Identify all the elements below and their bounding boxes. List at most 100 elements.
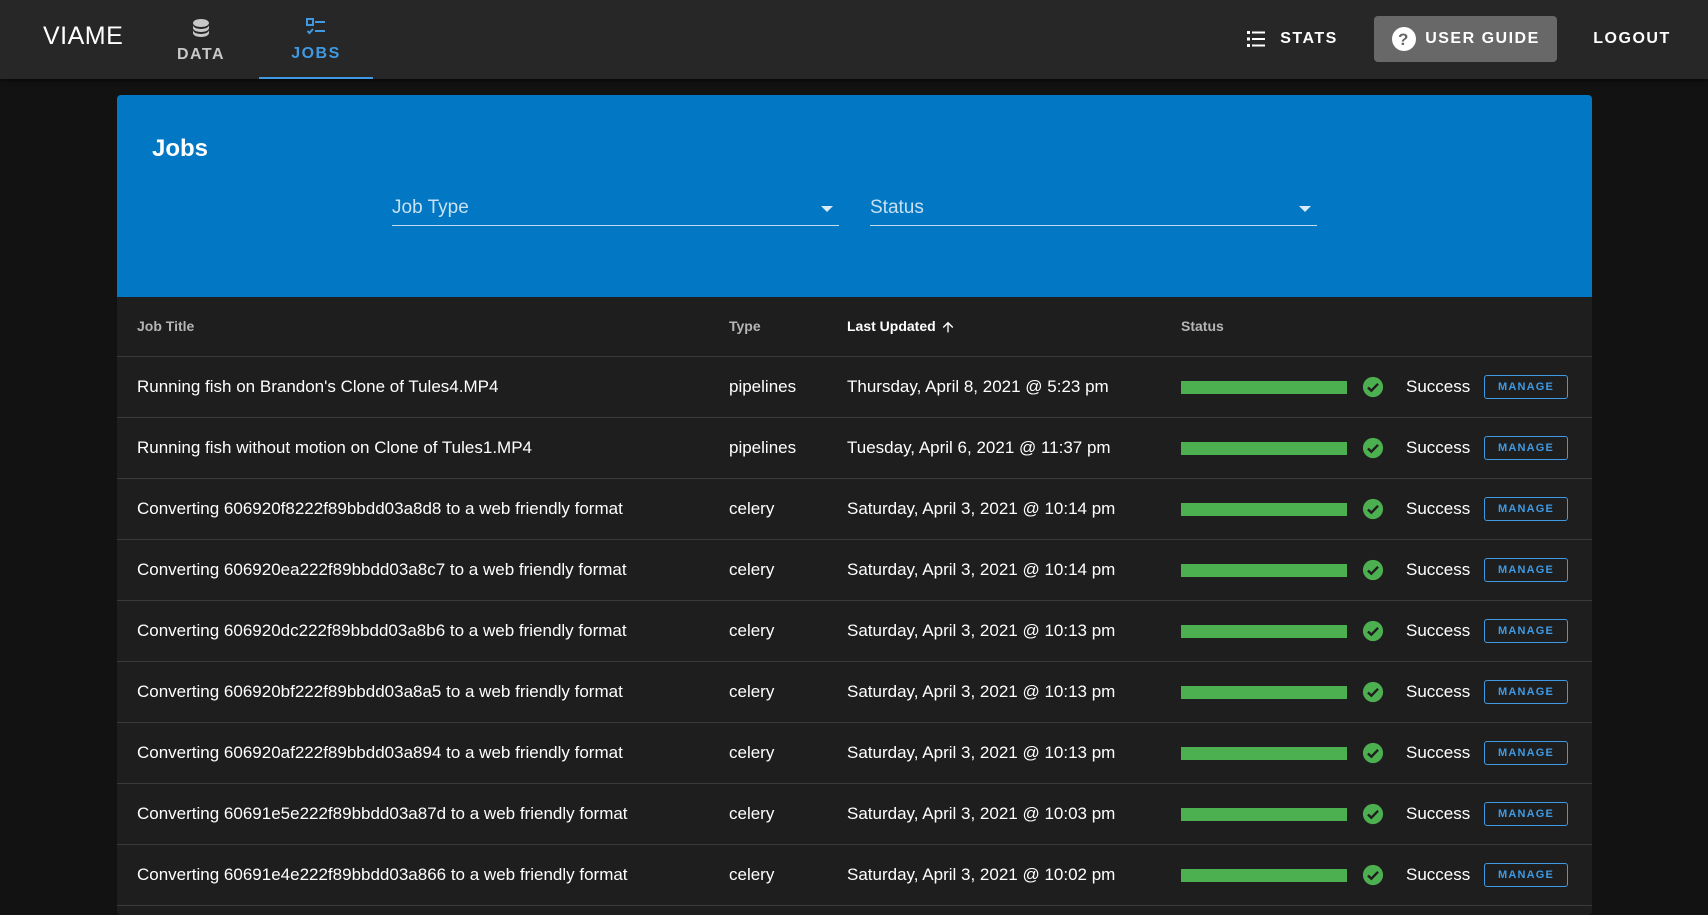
job-type-cell: pipelines (729, 377, 797, 396)
progress-bar (1181, 625, 1347, 638)
manage-button[interactable]: MANAGE (1484, 802, 1568, 826)
last-updated-cell: Saturday, April 3, 2021 @ 10:14 pm (847, 499, 1116, 518)
app-title: VIAME (43, 22, 124, 50)
status-text: Success (1406, 743, 1471, 762)
progress-bar (1181, 503, 1347, 516)
jobs-panel-header: Jobs Job Type Status (117, 95, 1592, 297)
status-text: Success (1406, 804, 1471, 823)
top-app-bar: VIAME DATA JOBS STATS ? USER GUIDE LOGOU… (0, 0, 1708, 79)
progress-bar (1181, 564, 1347, 577)
manage-button[interactable]: MANAGE (1484, 680, 1568, 704)
manage-button[interactable]: MANAGE (1484, 741, 1568, 765)
check-circle-icon (1362, 864, 1384, 886)
job-type-cell: celery (729, 865, 775, 884)
last-updated-cell: Saturday, April 3, 2021 @ 10:14 pm (847, 560, 1116, 579)
job-title-cell: Converting 606920af222f89bbdd03a894 to a… (137, 743, 623, 762)
check-circle-icon (1362, 498, 1384, 520)
status-select-label: Status (870, 197, 924, 218)
manage-button[interactable]: MANAGE (1484, 863, 1568, 887)
job-type-cell: celery (729, 743, 775, 762)
last-updated-cell: Saturday, April 3, 2021 @ 10:13 pm (847, 621, 1116, 640)
table-row[interactable]: Running fish on Brandon's Clone of Tules… (117, 357, 1592, 418)
tab-jobs[interactable]: JOBS (259, 0, 373, 79)
check-circle-icon (1362, 376, 1384, 398)
column-header-job-title[interactable]: Job Title (137, 297, 194, 356)
list-icon (1247, 31, 1266, 47)
job-type-cell: celery (729, 560, 775, 579)
check-circle-icon (1362, 681, 1384, 703)
status-text: Success (1406, 865, 1471, 884)
help-circle-icon: ? (1392, 27, 1417, 51)
table-row[interactable]: Running fish without motion on Clone of … (117, 418, 1592, 479)
job-title-cell: Running fish without motion on Clone of … (137, 438, 533, 457)
svg-text:?: ? (1398, 30, 1410, 49)
tab-data-label: DATA (176, 45, 226, 63)
progress-bar (1181, 808, 1347, 821)
last-updated-cell: Tuesday, April 6, 2021 @ 11:37 pm (847, 438, 1111, 457)
status-text: Success (1406, 560, 1471, 579)
table-row[interactable]: Converting 606920ea222f89bbdd03a8c7 to a… (117, 540, 1592, 601)
job-type-select[interactable]: Job Type (392, 195, 839, 226)
stats-button[interactable]: STATS (1227, 16, 1355, 62)
last-updated-cell: Saturday, April 3, 2021 @ 10:13 pm (847, 682, 1116, 701)
stats-button-label: STATS (1280, 30, 1338, 47)
progress-bar (1181, 686, 1347, 699)
last-updated-cell: Saturday, April 3, 2021 @ 10:13 pm (847, 743, 1116, 762)
status-text: Success (1406, 682, 1471, 701)
user-guide-button-label: USER GUIDE (1425, 30, 1540, 47)
dropdown-arrow-icon (1299, 206, 1311, 212)
progress-bar (1181, 747, 1347, 760)
job-title-cell: Converting 606920ea222f89bbdd03a8c7 to a… (137, 560, 627, 579)
tab-data[interactable]: DATA (160, 0, 242, 79)
last-updated-cell: Saturday, April 3, 2021 @ 10:02 pm (847, 865, 1116, 884)
table-row[interactable]: Converting 606920f8222f89bbdd03a8d8 to a… (117, 479, 1592, 540)
tab-jobs-label: JOBS (291, 44, 341, 62)
last-updated-cell: Thursday, April 8, 2021 @ 5:23 pm (847, 377, 1109, 396)
manage-button[interactable]: MANAGE (1484, 497, 1568, 521)
page-title: Jobs (152, 135, 209, 162)
job-title-cell: Converting 60691e4e222f89bbdd03a866 to a… (137, 865, 628, 884)
sort-ascending-icon (942, 321, 953, 332)
table-row[interactable]: Converting 60691e4e222f89bbdd03a866 to a… (117, 845, 1592, 906)
database-icon (193, 18, 209, 37)
status-text: Success (1406, 438, 1471, 457)
table-header: Job Title Type Last Updated Status (117, 297, 1592, 357)
job-title-cell: Converting 606920dc222f89bbdd03a8b6 to a… (137, 621, 627, 640)
table-row[interactable]: Converting 60691e5e222f89bbdd03a87d to a… (117, 784, 1592, 845)
dropdown-arrow-icon (821, 206, 833, 212)
column-header-type[interactable]: Type (729, 297, 761, 356)
table-row[interactable]: Converting 606920bf222f89bbdd03a8a5 to a… (117, 662, 1592, 723)
job-type-select-label: Job Type (392, 197, 469, 218)
manage-button[interactable]: MANAGE (1484, 619, 1568, 643)
job-list-icon (306, 17, 325, 34)
progress-bar (1181, 381, 1347, 394)
check-circle-icon (1362, 742, 1384, 764)
job-title-cell: Converting 606920f8222f89bbdd03a8d8 to a… (137, 499, 623, 518)
job-type-cell: celery (729, 804, 775, 823)
last-updated-cell: Saturday, April 3, 2021 @ 10:03 pm (847, 804, 1116, 823)
progress-bar (1181, 869, 1347, 882)
user-guide-button[interactable]: ? USER GUIDE (1374, 16, 1557, 62)
column-header-status[interactable]: Status (1181, 297, 1224, 356)
check-circle-icon (1362, 559, 1384, 581)
job-title-cell: Converting 60691e5e222f89bbdd03a87d to a… (137, 804, 628, 823)
status-select[interactable]: Status (870, 195, 1317, 226)
check-circle-icon (1362, 437, 1384, 459)
manage-button[interactable]: MANAGE (1484, 375, 1568, 399)
column-header-last-updated-label: Last Updated (847, 318, 936, 334)
manage-button[interactable]: MANAGE (1484, 558, 1568, 582)
job-type-cell: celery (729, 682, 775, 701)
status-text: Success (1406, 377, 1471, 396)
job-type-cell: celery (729, 621, 775, 640)
table-row[interactable]: Converting 606920af222f89bbdd03a894 to a… (117, 723, 1592, 784)
table-row[interactable]: Converting 606920dc222f89bbdd03a8b6 to a… (117, 601, 1592, 662)
manage-button[interactable]: MANAGE (1484, 436, 1568, 460)
column-header-last-updated[interactable]: Last Updated (847, 297, 956, 356)
job-type-cell: pipelines (729, 438, 797, 457)
logout-button[interactable]: LOGOUT (1579, 16, 1685, 62)
status-text: Success (1406, 499, 1471, 518)
job-title-cell: Converting 606920bf222f89bbdd03a8a5 to a… (137, 682, 623, 701)
job-type-cell: celery (729, 499, 775, 518)
progress-bar (1181, 442, 1347, 455)
check-circle-icon (1362, 620, 1384, 642)
